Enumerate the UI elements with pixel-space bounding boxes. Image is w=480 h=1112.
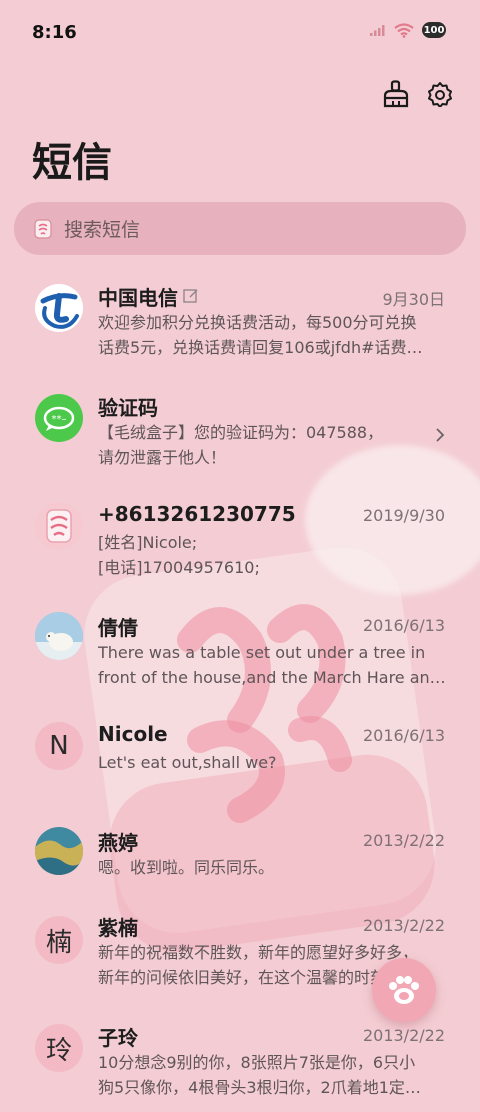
compose-button[interactable] bbox=[372, 958, 436, 1022]
edit-note-icon bbox=[183, 289, 198, 303]
avatar: **– bbox=[35, 394, 83, 442]
conversation-row[interactable]: +8613261230775 2019/9/30 [姓名]Nicole; [电话… bbox=[0, 482, 480, 592]
battery-indicator: 100 bbox=[422, 22, 446, 38]
avatar: N bbox=[35, 722, 83, 770]
avatar bbox=[35, 284, 83, 332]
message-date: 2013/2/22 bbox=[362, 1026, 445, 1045]
avatar bbox=[35, 502, 83, 550]
conversation-row[interactable]: 倩倩 2016/6/13 There was a table set out u… bbox=[0, 592, 480, 702]
sender-name: 燕婷 bbox=[98, 831, 138, 855]
search-bar[interactable]: 搜索短信 bbox=[14, 202, 466, 255]
message-preview: [姓名]Nicole; [电话]17004957610; bbox=[98, 533, 260, 577]
status-bar: 8:16 100 bbox=[0, 0, 480, 68]
conversation-row[interactable]: **– 验证码 【毛绒盒子】您的验证码为：047588， 请勿泄露于他人！ bbox=[0, 372, 480, 482]
message-preview: 欢迎参加积分兑换话费活动，每500分可兑换 话费5元，兑换话费请回复106或jf… bbox=[98, 313, 423, 357]
message-bubble-icon: **– bbox=[43, 406, 75, 431]
chevron-right-icon[interactable] bbox=[433, 428, 447, 442]
message-preview: Let's eat out,shall we? bbox=[98, 753, 277, 772]
sender-name: 子玲 bbox=[98, 1026, 138, 1050]
message-preview: There was a table set out under a tree i… bbox=[98, 643, 446, 687]
message-date: 2016/6/13 bbox=[362, 726, 445, 745]
telecom-logo-icon bbox=[35, 284, 83, 332]
settings-button[interactable] bbox=[426, 80, 454, 108]
message-date: 2013/2/22 bbox=[362, 831, 445, 850]
avatar: 玲 bbox=[35, 1024, 83, 1072]
landscape-photo-icon bbox=[35, 827, 83, 875]
message-preview: 【毛绒盒子】您的验证码为：047588， 请勿泄露于他人！ bbox=[98, 423, 384, 467]
avatar bbox=[35, 612, 83, 660]
message-date: 2013/2/22 bbox=[362, 916, 445, 935]
message-date: 9月30日 bbox=[382, 290, 445, 309]
avatar bbox=[35, 827, 83, 875]
signal-icon bbox=[370, 25, 385, 36]
conversation-row[interactable]: N Nicole 2016/6/13 Let's eat out,shall w… bbox=[0, 702, 480, 812]
mahjong-tile-icon bbox=[46, 509, 72, 543]
sender-name: 验证码 bbox=[98, 396, 158, 420]
sender-name: +8613261230775 bbox=[98, 502, 296, 526]
status-icons: 100 bbox=[370, 22, 446, 38]
status-time: 8:16 bbox=[32, 22, 77, 43]
gear-icon bbox=[428, 82, 452, 107]
svg-text:**–: **– bbox=[52, 414, 67, 425]
page-title: 短信 bbox=[32, 140, 112, 186]
sender-name: 倩倩 bbox=[98, 616, 138, 640]
top-actions bbox=[382, 80, 454, 108]
sender-name: Nicole bbox=[98, 722, 168, 746]
message-date: 2016/6/13 bbox=[362, 616, 445, 635]
search-input[interactable]: 搜索短信 bbox=[64, 215, 140, 242]
wifi-icon bbox=[394, 22, 414, 38]
search-mahjong-icon bbox=[34, 218, 52, 239]
message-preview: 10分想念9别的你，8张照片7张是你，6只小 狗5只像你，4根骨头3根归你，2爪… bbox=[98, 1053, 421, 1097]
polar-bear-photo-icon bbox=[35, 612, 83, 660]
avatar: 楠 bbox=[35, 916, 83, 964]
paw-icon bbox=[389, 976, 419, 1004]
sender-name: 紫楠 bbox=[98, 916, 138, 940]
sender-name: 中国电信 bbox=[98, 286, 178, 310]
message-date: 2019/9/30 bbox=[362, 506, 445, 525]
brush-icon bbox=[383, 80, 409, 108]
clean-brush-button[interactable] bbox=[382, 80, 410, 108]
conversation-row[interactable]: 中国电信 9月30日 欢迎参加积分兑换话费活动，每500分可兑换 话费5元，兑换… bbox=[0, 262, 480, 372]
